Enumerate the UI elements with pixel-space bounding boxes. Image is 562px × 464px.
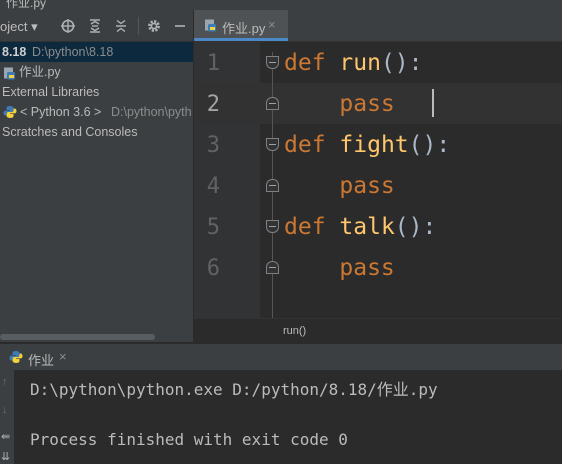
python-logo-icon bbox=[9, 350, 23, 369]
tab-file[interactable]: 作业.py × bbox=[194, 10, 288, 41]
tree-item-label: 8.18 bbox=[2, 45, 27, 59]
code-function-name: run bbox=[339, 50, 381, 76]
expand-all-icon[interactable] bbox=[87, 18, 103, 34]
line-number: 4 bbox=[206, 174, 220, 199]
console-line: D:\python\python.exe D:/python/8.18/作业.p… bbox=[30, 380, 438, 399]
tab-label: 作业.py bbox=[222, 21, 266, 36]
code-line: def run(): bbox=[284, 50, 423, 76]
collapse-all-icon[interactable] bbox=[113, 18, 129, 34]
horizontal-scrollbar[interactable] bbox=[0, 334, 155, 340]
code-function-name: talk bbox=[339, 214, 395, 240]
code-line: pass bbox=[284, 255, 395, 281]
toolbar-divider bbox=[138, 17, 139, 35]
fold-collapse-icon[interactable] bbox=[266, 56, 279, 69]
breadcrumb: run() bbox=[194, 318, 562, 343]
fold-end-icon[interactable] bbox=[266, 179, 279, 192]
run-tab-label[interactable]: 作业 bbox=[28, 350, 54, 369]
fold-collapse-icon[interactable] bbox=[266, 138, 279, 151]
tree-item-project-root[interactable]: 8.18 D:\python\8.18 bbox=[0, 42, 193, 62]
line-number: 3 bbox=[206, 133, 220, 158]
tree-item-path: D:\python\pyth bbox=[111, 105, 192, 119]
close-icon[interactable]: × bbox=[59, 349, 67, 364]
code-keyword: pass bbox=[339, 91, 395, 117]
tree-item-scratches[interactable]: Scratches and Consoles bbox=[0, 122, 193, 142]
code-line: pass bbox=[284, 91, 395, 117]
code-punctuation: (): bbox=[394, 214, 437, 240]
breadcrumb-item[interactable]: run() bbox=[283, 325, 306, 337]
code-line: def fight(): bbox=[284, 132, 450, 158]
tree-item-label: 作业.py bbox=[19, 65, 61, 79]
soft-wrap-icon[interactable]: ⇚ bbox=[1, 430, 10, 443]
project-view-selector[interactable]: oject ▾ bbox=[0, 19, 38, 35]
tree-item-path: D:\python\8.18 bbox=[32, 45, 114, 59]
text-caret bbox=[432, 89, 434, 117]
tree-item-label: < Python 3.6 > bbox=[20, 105, 102, 119]
line-number: 5 bbox=[206, 215, 220, 240]
tree-item-label: Scratches and Consoles bbox=[2, 125, 138, 139]
python-file-icon bbox=[3, 66, 16, 82]
tree-item-file[interactable]: 作业.py bbox=[0, 62, 193, 82]
hide-panel-icon[interactable] bbox=[172, 18, 188, 34]
line-number: 1 bbox=[206, 51, 220, 76]
fold-collapse-icon[interactable] bbox=[266, 220, 279, 233]
code-line: def talk(): bbox=[284, 214, 436, 240]
python-logo-icon bbox=[3, 105, 17, 122]
line-number: 6 bbox=[206, 256, 220, 281]
fold-end-icon[interactable] bbox=[266, 97, 279, 110]
code-function-name: fight bbox=[339, 132, 409, 158]
arrow-down-icon[interactable]: ↓ bbox=[2, 404, 8, 416]
arrow-up-icon[interactable]: ↑ bbox=[2, 376, 8, 388]
python-file-icon bbox=[204, 19, 217, 37]
fold-end-icon[interactable] bbox=[266, 261, 279, 274]
window-title: 作业.py bbox=[6, 0, 47, 10]
tree-item-label: External Libraries bbox=[2, 85, 100, 99]
tree-item-python-sdk[interactable]: < Python 3.6 > D:\python\pyth bbox=[0, 102, 193, 122]
project-toolbar: oject ▾ bbox=[0, 10, 193, 42]
project-tree: 8.18 D:\python\8.18 作业.py External Libra… bbox=[0, 42, 193, 342]
run-tool-window-header: 作业 × bbox=[0, 343, 562, 371]
scroll-to-end-icon[interactable]: ⇊ bbox=[1, 450, 10, 463]
chevron-down-icon: ▾ bbox=[31, 19, 38, 34]
code-punctuation: (): bbox=[380, 50, 423, 76]
code-keyword: def bbox=[284, 132, 326, 158]
gear-icon[interactable] bbox=[146, 18, 162, 34]
editor-tab-bar: 作业.py × bbox=[194, 10, 562, 42]
code-keyword: def bbox=[284, 50, 326, 76]
tree-item-external-libraries[interactable]: External Libraries bbox=[0, 82, 193, 102]
console-line: Process finished with exit code 0 bbox=[30, 430, 348, 449]
line-number: 2 bbox=[206, 92, 220, 117]
code-keyword: def bbox=[284, 214, 326, 240]
code-keyword: pass bbox=[339, 173, 395, 199]
line-numbers: 1 2 3 4 5 6 bbox=[194, 42, 220, 318]
locate-icon[interactable] bbox=[60, 18, 76, 34]
code-punctuation: (): bbox=[408, 132, 451, 158]
window-title-bar: 作业.py bbox=[0, 0, 562, 10]
project-view-label: oject bbox=[0, 19, 28, 34]
close-icon[interactable]: × bbox=[268, 17, 276, 32]
run-side-toolbar: ↑ ↓ ⇚ ⇊ bbox=[0, 370, 14, 464]
code-line: pass bbox=[284, 173, 395, 199]
code-keyword: pass bbox=[339, 255, 395, 281]
